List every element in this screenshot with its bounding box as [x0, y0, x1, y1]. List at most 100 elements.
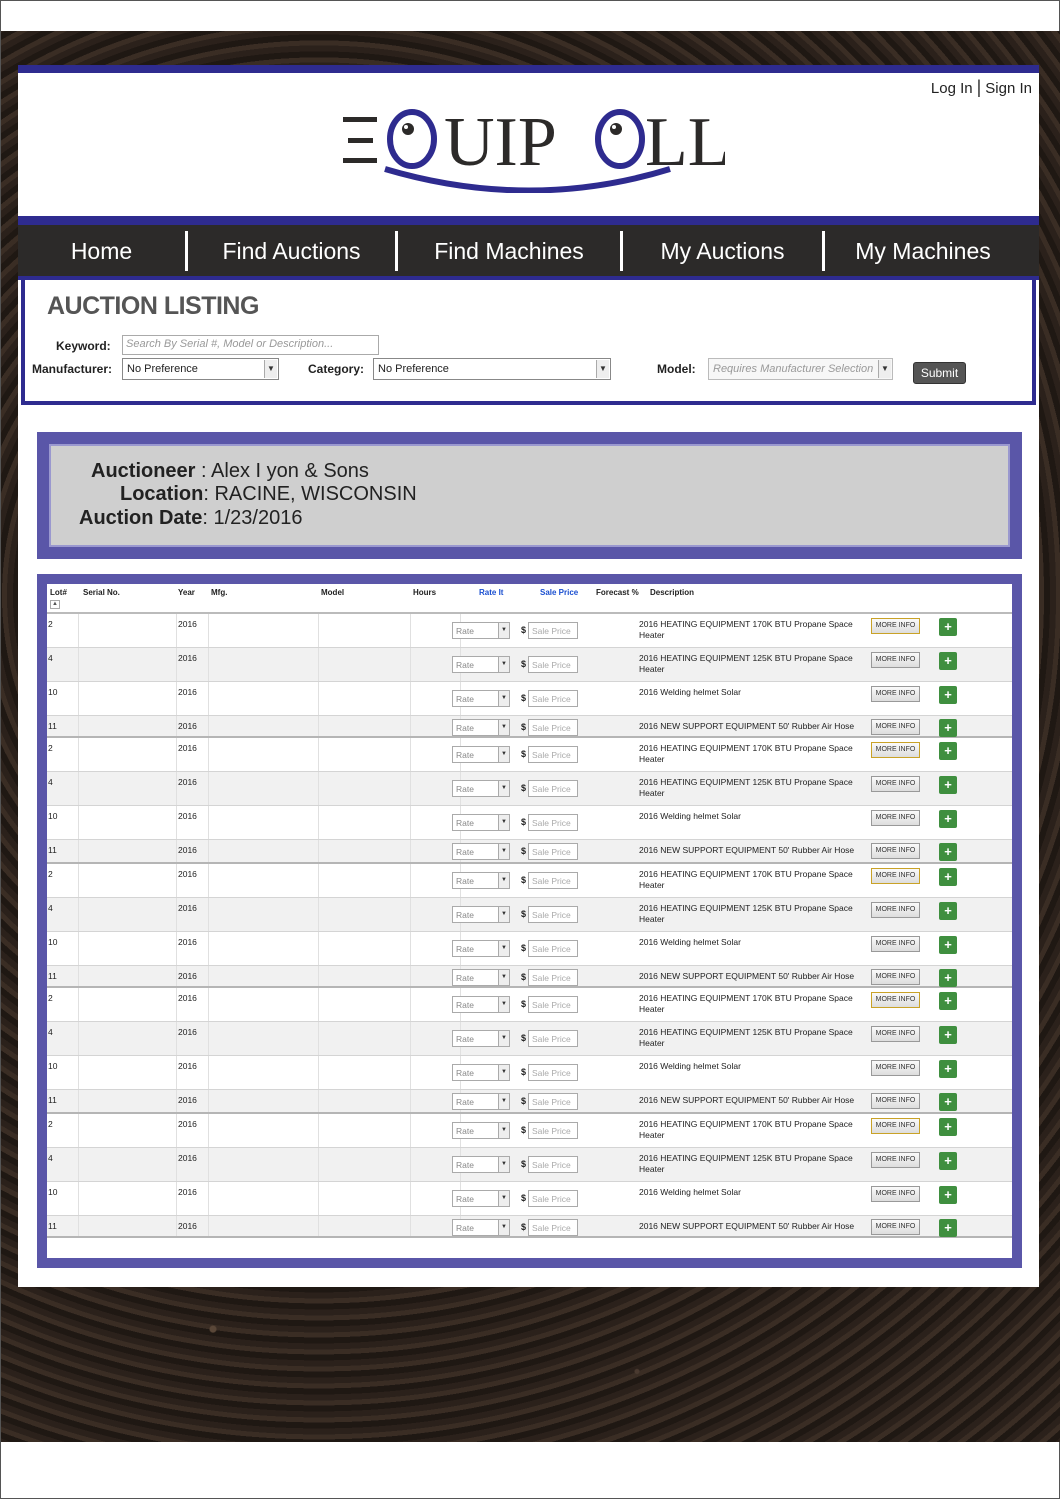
- model-select[interactable]: Requires Manufacturer Selection ▼: [708, 358, 893, 380]
- more-info-button[interactable]: MORE INFO: [871, 742, 920, 758]
- more-info-button[interactable]: MORE INFO: [871, 992, 920, 1008]
- rate-select[interactable]: Rate ▼: [452, 1122, 510, 1139]
- nav-my-machines[interactable]: My Machines: [825, 232, 1021, 270]
- more-info-button[interactable]: MORE INFO: [871, 1118, 920, 1134]
- add-plus-icon[interactable]: +: [939, 810, 957, 828]
- nav-my-auctions[interactable]: My Auctions: [623, 232, 822, 270]
- add-plus-icon[interactable]: +: [939, 902, 957, 920]
- add-plus-icon[interactable]: +: [939, 1026, 957, 1044]
- more-info-button[interactable]: MORE INFO: [871, 1093, 920, 1109]
- manufacturer-select[interactable]: No Preference ▼: [122, 358, 279, 380]
- add-plus-icon[interactable]: +: [939, 618, 957, 636]
- nav-find-machines[interactable]: Find Machines: [398, 232, 620, 270]
- sale-price-input[interactable]: Sale Price: [528, 1156, 578, 1173]
- keyword-input[interactable]: Search By Serial #, Model or Description…: [122, 335, 379, 355]
- add-plus-icon[interactable]: +: [939, 776, 957, 794]
- rate-select[interactable]: Rate ▼: [452, 906, 510, 923]
- sale-price-input[interactable]: Sale Price: [528, 780, 578, 797]
- rate-select[interactable]: Rate ▼: [452, 1190, 510, 1207]
- sale-price-input[interactable]: Sale Price: [528, 690, 578, 707]
- sale-price-input[interactable]: Sale Price: [528, 622, 578, 639]
- category-select[interactable]: No Preference ▼: [373, 358, 611, 380]
- add-plus-icon[interactable]: +: [939, 1186, 957, 1204]
- rate-select[interactable]: Rate ▼: [452, 1219, 510, 1236]
- rate-select[interactable]: Rate ▼: [452, 656, 510, 673]
- login-link[interactable]: Log In: [931, 80, 973, 97]
- rate-select[interactable]: Rate ▼: [452, 940, 510, 957]
- more-info-button[interactable]: MORE INFO: [871, 1060, 920, 1076]
- add-plus-icon[interactable]: +: [939, 686, 957, 704]
- more-info-button[interactable]: MORE INFO: [871, 936, 920, 952]
- more-info-button[interactable]: MORE INFO: [871, 1026, 920, 1042]
- sale-price-input[interactable]: Sale Price: [528, 746, 578, 763]
- column-divider: [410, 1114, 411, 1147]
- rate-select[interactable]: Rate ▼: [452, 996, 510, 1013]
- add-plus-icon[interactable]: +: [939, 1118, 957, 1136]
- signin-link[interactable]: Sign In: [985, 80, 1032, 97]
- sale-price-input[interactable]: Sale Price: [528, 996, 578, 1013]
- sale-price-input[interactable]: Sale Price: [528, 656, 578, 673]
- more-info-button[interactable]: MORE INFO: [871, 868, 920, 884]
- sale-price-input[interactable]: Sale Price: [528, 814, 578, 831]
- more-info-button[interactable]: MORE INFO: [871, 686, 920, 702]
- sale-price-input[interactable]: Sale Price: [528, 719, 578, 736]
- column-divider: [78, 1182, 79, 1215]
- add-plus-icon[interactable]: +: [939, 1152, 957, 1170]
- sale-price-input[interactable]: Sale Price: [528, 1093, 578, 1110]
- rate-select[interactable]: Rate ▼: [452, 719, 510, 736]
- sale-price-input[interactable]: Sale Price: [528, 1122, 578, 1139]
- add-plus-icon[interactable]: +: [939, 868, 957, 886]
- add-plus-icon[interactable]: +: [939, 652, 957, 670]
- sale-price-input[interactable]: Sale Price: [528, 969, 578, 986]
- rate-select[interactable]: Rate ▼: [452, 969, 510, 986]
- th-lot[interactable]: Lot#: [50, 588, 67, 597]
- rate-select[interactable]: Rate ▼: [452, 843, 510, 860]
- add-plus-icon[interactable]: +: [939, 969, 957, 987]
- add-plus-icon[interactable]: +: [939, 992, 957, 1010]
- rate-select[interactable]: Rate ▼: [452, 1156, 510, 1173]
- rate-select[interactable]: Rate ▼: [452, 622, 510, 639]
- add-plus-icon[interactable]: +: [939, 843, 957, 861]
- add-plus-icon[interactable]: +: [939, 1060, 957, 1078]
- nav-find-auctions[interactable]: Find Auctions: [188, 232, 395, 270]
- add-plus-icon[interactable]: +: [939, 1219, 957, 1237]
- nav-home[interactable]: Home: [18, 232, 185, 270]
- sale-price-input[interactable]: Sale Price: [528, 843, 578, 860]
- sale-price-input[interactable]: Sale Price: [528, 1030, 578, 1047]
- submit-button[interactable]: Submit: [913, 362, 966, 384]
- sale-price-input[interactable]: Sale Price: [528, 872, 578, 889]
- sale-price-input[interactable]: Sale Price: [528, 1190, 578, 1207]
- more-info-button[interactable]: MORE INFO: [871, 1219, 920, 1235]
- sort-up-icon[interactable]: ▲: [50, 600, 60, 609]
- equipoll-logo[interactable]: UIP LL: [340, 107, 725, 193]
- sale-price-input[interactable]: Sale Price: [528, 940, 578, 957]
- rate-select[interactable]: Rate ▼: [452, 746, 510, 763]
- add-plus-icon[interactable]: +: [939, 742, 957, 760]
- add-plus-icon[interactable]: +: [939, 719, 957, 737]
- more-info-button[interactable]: MORE INFO: [871, 843, 920, 859]
- column-divider: [410, 864, 411, 897]
- more-info-button[interactable]: MORE INFO: [871, 652, 920, 668]
- rate-select[interactable]: Rate ▼: [452, 872, 510, 889]
- rate-select[interactable]: Rate ▼: [452, 1030, 510, 1047]
- rate-select[interactable]: Rate ▼: [452, 690, 510, 707]
- more-info-button[interactable]: MORE INFO: [871, 902, 920, 918]
- rate-select[interactable]: Rate ▼: [452, 1064, 510, 1081]
- more-info-button[interactable]: MORE INFO: [871, 719, 920, 735]
- sale-price-input[interactable]: Sale Price: [528, 1064, 578, 1081]
- more-info-button[interactable]: MORE INFO: [871, 618, 920, 634]
- more-info-button[interactable]: MORE INFO: [871, 1152, 920, 1168]
- more-info-button[interactable]: MORE INFO: [871, 776, 920, 792]
- sale-price-input[interactable]: Sale Price: [528, 906, 578, 923]
- rate-select[interactable]: Rate ▼: [452, 814, 510, 831]
- rate-select[interactable]: Rate ▼: [452, 780, 510, 797]
- more-info-button[interactable]: MORE INFO: [871, 969, 920, 985]
- sale-price-input[interactable]: Sale Price: [528, 1219, 578, 1236]
- add-plus-icon[interactable]: +: [939, 1093, 957, 1111]
- rate-select[interactable]: Rate ▼: [452, 1093, 510, 1110]
- more-info-button[interactable]: MORE INFO: [871, 1186, 920, 1202]
- th-hours: Hours: [413, 588, 437, 597]
- add-plus-icon[interactable]: +: [939, 936, 957, 954]
- year-cell: 2016: [178, 1153, 197, 1163]
- more-info-button[interactable]: MORE INFO: [871, 810, 920, 826]
